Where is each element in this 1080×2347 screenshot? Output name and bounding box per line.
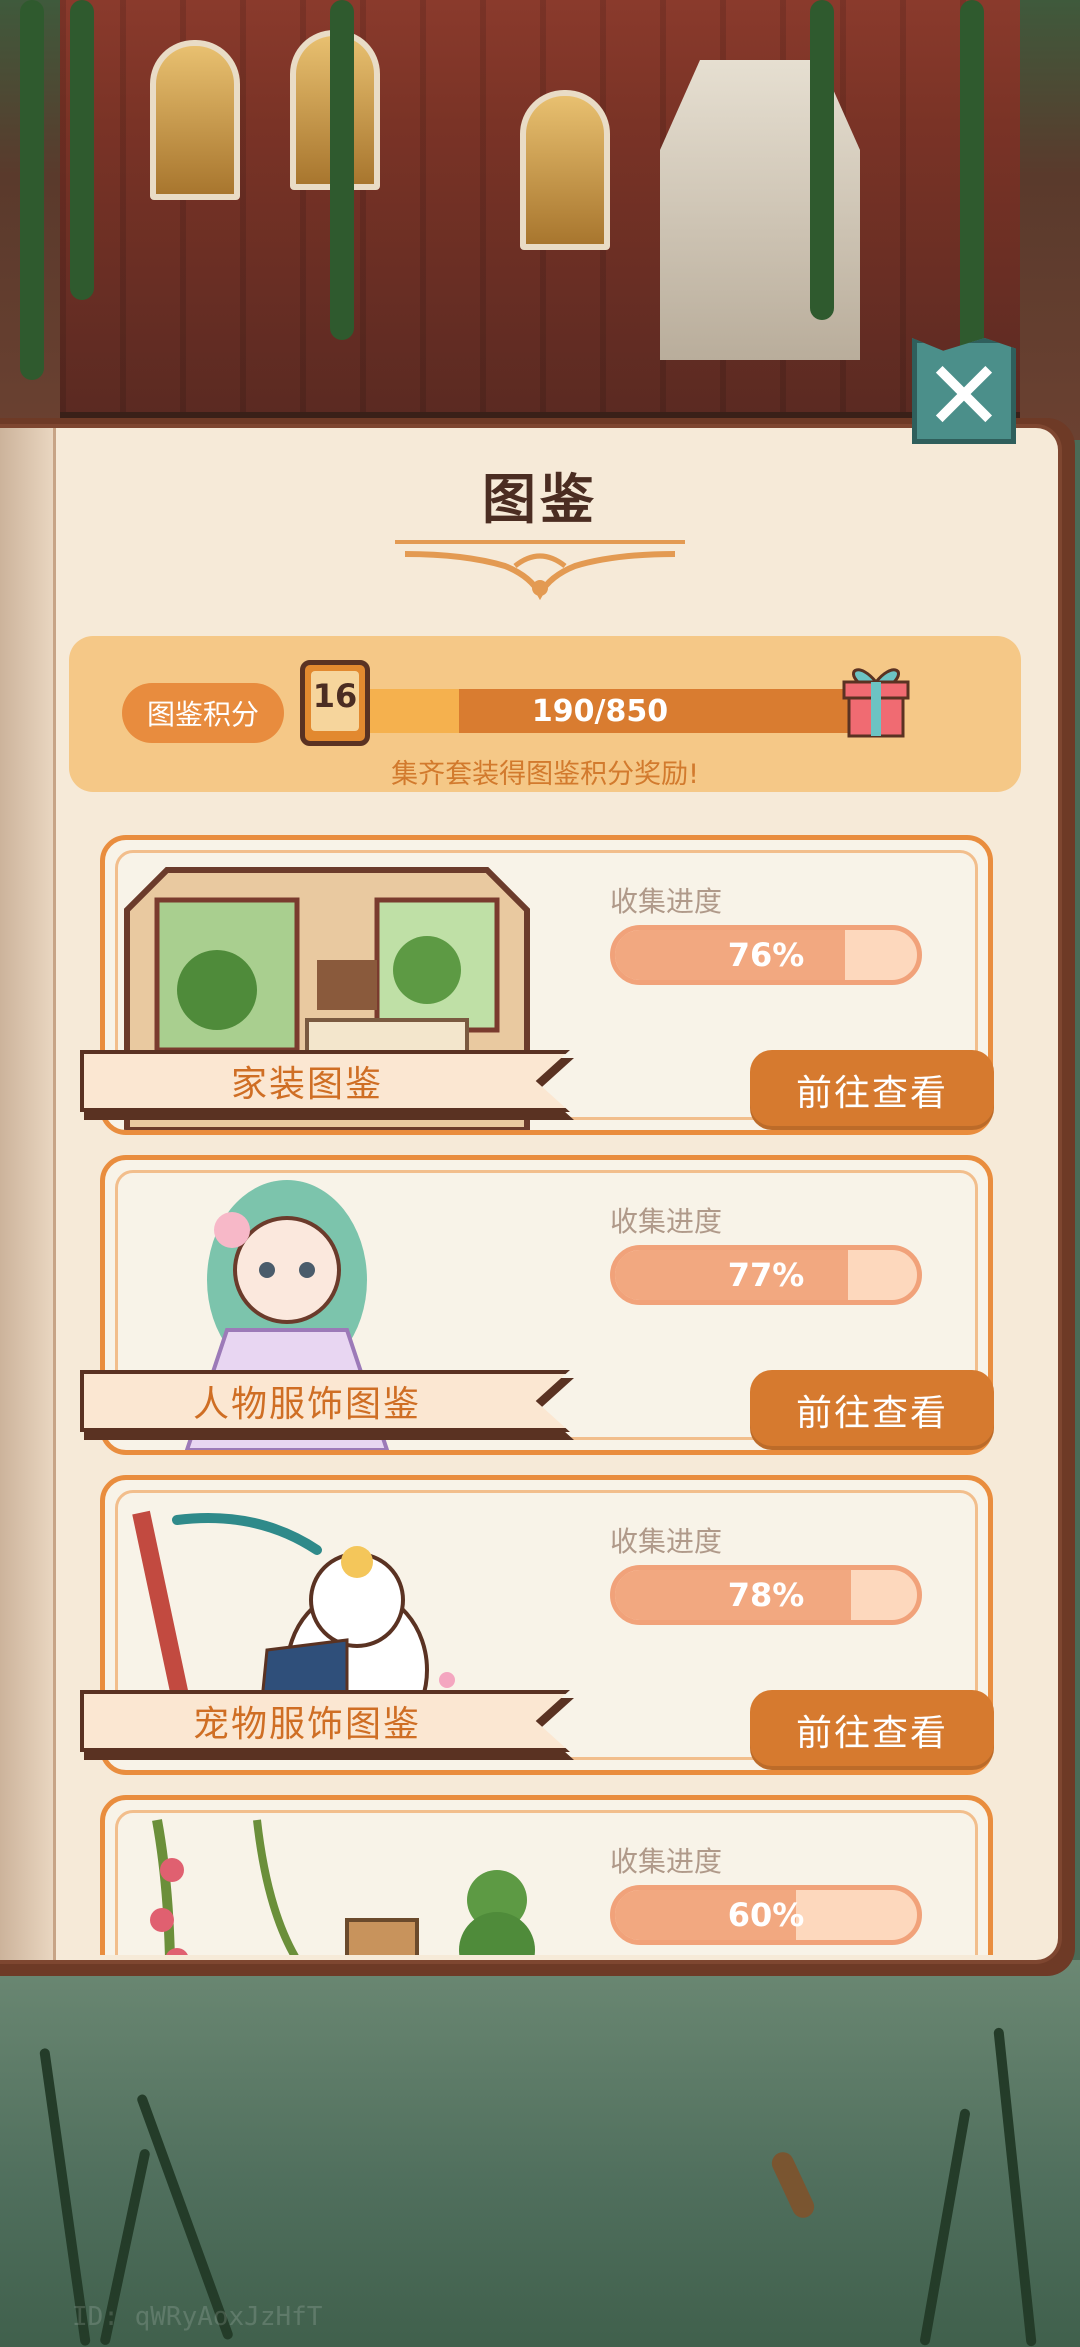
book-spine [0, 428, 56, 1960]
progress-bar: 60% [610, 1885, 922, 1945]
gift-icon[interactable] [840, 660, 912, 740]
score-hint: 集齐套装得图鉴积分奖励! [391, 759, 699, 790]
garden-illustration [150, 1819, 535, 1955]
progress-percent: 76% [727, 936, 805, 974]
progress-label: 收集进度 [610, 1205, 723, 1238]
progress-percent: 77% [727, 1256, 805, 1294]
panel-title: 图鉴 [482, 468, 598, 531]
progress-percent: 78% [727, 1576, 805, 1614]
card-title-ribbon: 宠物服饰图鉴 [80, 1690, 570, 1752]
progress-percent: 60% [727, 1896, 805, 1934]
progress-label: 收集进度 [610, 1525, 723, 1558]
progress-bar: 78% [610, 1565, 922, 1625]
book-badge-icon: 16 [300, 660, 370, 746]
card-title-ribbon: 人物服饰图鉴 [80, 1370, 570, 1432]
collection-card-garden: 收集进度 60% [100, 1795, 993, 1955]
score-label: 图鉴积分 [122, 683, 284, 743]
score-progress-text: 190/850 [531, 693, 669, 729]
progress-bar: 77% [610, 1245, 922, 1305]
background-willow [960, 0, 984, 360]
card-title-ribbon: 家装图鉴 [80, 1050, 570, 1112]
background-reed [993, 2027, 1037, 2347]
goto-button-pet[interactable]: 前往查看 [750, 1690, 994, 1770]
title-ornament-icon [395, 540, 685, 601]
progress-bar: 76% [610, 925, 922, 985]
score-level: 16 [312, 677, 358, 715]
score-progress-bar: 190/850 [345, 689, 855, 733]
close-x-icon: ✕ [923, 340, 1005, 452]
background-reed [919, 2107, 971, 2347]
background-window [520, 90, 610, 250]
close-button[interactable]: ✕ [912, 338, 1016, 444]
background-willow [810, 0, 834, 320]
goto-button-home[interactable]: 前往查看 [750, 1050, 994, 1130]
background-window [150, 40, 240, 200]
goto-button-character[interactable]: 前往查看 [750, 1370, 994, 1450]
background-willow [20, 0, 44, 380]
progress-label: 收集进度 [610, 1845, 723, 1878]
background-willow [330, 0, 354, 340]
progress-label: 收集进度 [610, 885, 723, 918]
background-cattail [768, 2148, 818, 2222]
user-id-watermark: ID: qWRyAoxJzHfT [72, 2302, 323, 2332]
background-pond [0, 1960, 1080, 2347]
background-willow [70, 0, 94, 300]
card-clip-area: 收集进度 60% [0, 1790, 1062, 1955]
